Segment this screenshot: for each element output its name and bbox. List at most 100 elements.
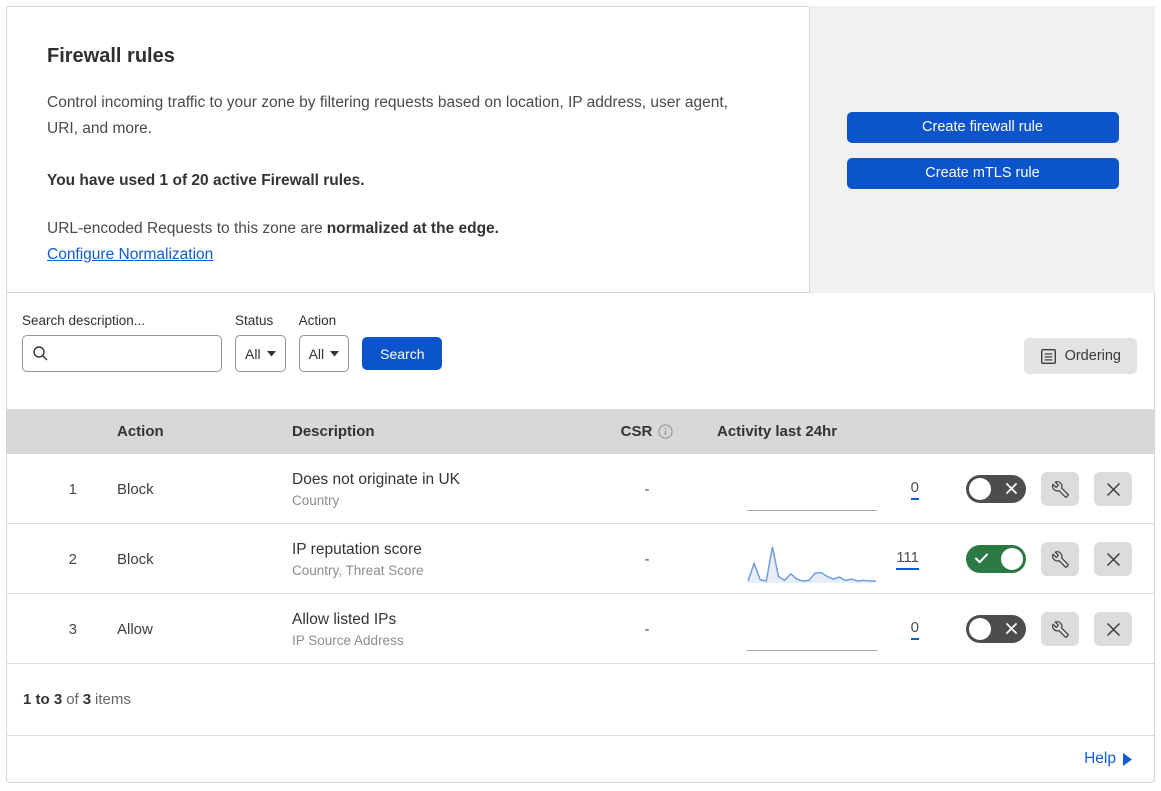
rule-priority: 2 (68, 550, 77, 568)
activity-count-link[interactable]: 0 (910, 619, 919, 640)
delete-rule-button[interactable] (1094, 472, 1132, 506)
rule-fields: IP Source Address (292, 632, 404, 648)
header-csr: CSR (592, 423, 702, 440)
page-description: Control incoming traffic to your zone by… (47, 94, 728, 137)
rule-description: IP reputation score (292, 540, 422, 558)
rule-description-cell: IP reputation score Country, Threat Scor… (272, 541, 592, 578)
firewall-rules-page: Firewall rules Control incoming traffic … (0, 0, 1161, 789)
rule-csr: - (644, 480, 650, 498)
rule-activity-cell: 111 (702, 524, 927, 594)
total-text: 3 (82, 691, 92, 708)
usage-summary: You have used 1 of 20 active Firewall ru… (47, 172, 365, 189)
actions-side-panel: Create firewall rule Create mTLS rule (810, 6, 1155, 293)
rule-toggle[interactable] (966, 615, 1026, 643)
rule-csr: - (644, 550, 650, 568)
activity-count-wrap: 111 (877, 549, 927, 570)
ordering-button-label: Ordering (1064, 348, 1121, 364)
info-circle-icon[interactable] (658, 424, 673, 439)
table-row: 2 Block IP reputation score Country, Thr… (7, 524, 1154, 594)
rule-controls (927, 472, 1154, 506)
chevron-down-icon (330, 350, 340, 356)
search-input[interactable] (22, 335, 222, 372)
table-row: 1 Block Does not originate in UK Country… (7, 454, 1154, 524)
table-header: Action Description CSR Activity last 24h… (7, 409, 1154, 454)
status-filter-dropdown[interactable]: All (235, 335, 286, 372)
help-row: Help (7, 736, 1154, 782)
rule-toggle[interactable] (966, 545, 1026, 573)
header-action: Action (117, 423, 164, 440)
arrow-right-icon (1123, 752, 1132, 766)
x-icon (1106, 482, 1120, 496)
help-link[interactable]: Help (1084, 750, 1132, 768)
search-box (22, 335, 222, 372)
normalization-prefix: URL-encoded Requests to this zone are (47, 220, 323, 237)
rule-controls (927, 612, 1154, 646)
activity-count-wrap: 0 (877, 619, 927, 640)
check-icon (975, 553, 988, 564)
status-filter-label: Status (235, 313, 274, 328)
help-link-label: Help (1084, 750, 1116, 767)
search-button-group: Search (362, 335, 443, 370)
action-filter-label: Action (298, 313, 337, 328)
ordering-group: Ordering (1023, 337, 1137, 374)
activity-count-link[interactable]: 0 (910, 479, 919, 500)
action-filter-group: Action All (298, 313, 350, 372)
rule-activity-cell: 0 (702, 454, 927, 524)
configure-normalization-link[interactable]: Configure Normalization (47, 246, 213, 264)
delete-rule-button[interactable] (1094, 612, 1132, 646)
wrench-icon (1051, 620, 1069, 638)
activity-sparkline (747, 542, 877, 586)
chevron-down-icon (266, 350, 276, 356)
status-filter-group: Status All (235, 313, 286, 372)
rule-priority: 1 (68, 480, 77, 498)
search-label: Search description... (22, 313, 146, 328)
rule-action: Block (117, 550, 154, 568)
toggle-knob (1001, 548, 1023, 570)
search-group: Search description... (22, 313, 222, 372)
activity-sparkline (747, 471, 877, 511)
normalization-bold: normalized at the edge. (326, 220, 499, 237)
x-icon (1106, 622, 1120, 636)
rule-action: Allow (117, 620, 153, 638)
x-icon (1006, 483, 1017, 494)
create-firewall-rule-button[interactable]: Create firewall rule (846, 112, 1119, 143)
edit-rule-button[interactable] (1041, 542, 1079, 576)
header-csr-label: CSR (620, 423, 653, 440)
page-header-section: Firewall rules Control incoming traffic … (6, 6, 1155, 293)
search-button[interactable]: Search (362, 337, 443, 370)
wrench-icon (1051, 480, 1069, 498)
action-filter-value: All (308, 345, 325, 362)
range-text: 1 to 3 (23, 691, 63, 708)
ordering-button[interactable]: Ordering (1023, 338, 1137, 374)
page-title: Firewall rules (47, 45, 175, 67)
items-text: items (95, 691, 131, 708)
x-icon (1106, 552, 1120, 566)
rule-csr: - (644, 620, 650, 638)
edit-rule-button[interactable] (1041, 472, 1079, 506)
activity-count-link[interactable]: 111 (896, 549, 919, 570)
rules-list-card: Search description... Status All Action (6, 292, 1155, 783)
rule-priority: 3 (68, 620, 77, 638)
search-icon (33, 346, 48, 361)
create-mtls-rule-button[interactable]: Create mTLS rule (846, 158, 1119, 189)
toggle-knob (969, 618, 991, 640)
action-filter-dropdown[interactable]: All (298, 335, 350, 372)
delete-rule-button[interactable] (1094, 542, 1132, 576)
activity-count-wrap: 0 (877, 479, 927, 500)
activity-sparkline (747, 611, 877, 651)
rule-action: Block (117, 480, 154, 498)
edit-rule-button[interactable] (1041, 612, 1079, 646)
pagination-summary: 1 to 3 of 3 items (7, 664, 1154, 736)
toggle-knob (969, 478, 991, 500)
normalization-note: URL-encoded Requests to this zone are nor… (47, 220, 769, 238)
table-row: 3 Allow Allow listed IPs IP Source Addre… (7, 594, 1154, 664)
wrench-icon (1051, 550, 1069, 568)
list-document-icon (1040, 348, 1056, 364)
header-activity: Activity last 24hr (717, 423, 838, 440)
status-filter-value: All (245, 345, 261, 362)
rule-fields: Country, Threat Score (292, 562, 424, 578)
header-description: Description (292, 423, 375, 440)
rule-description-cell: Does not originate in UK Country (272, 471, 592, 508)
rule-fields: Country (292, 492, 340, 508)
rule-toggle[interactable] (966, 475, 1026, 503)
